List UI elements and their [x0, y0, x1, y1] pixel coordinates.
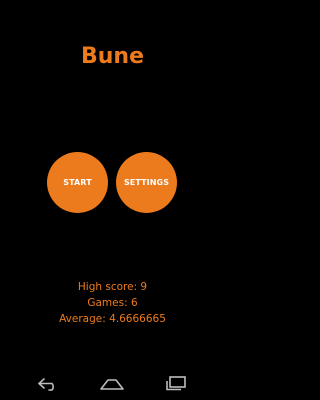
start-button-label: START: [63, 178, 92, 187]
settings-button-label: SETTINGS: [123, 178, 170, 187]
average-score-text: Average: 4.6666665: [59, 313, 166, 325]
back-icon: [37, 376, 61, 395]
nav-recents-button[interactable]: [159, 374, 193, 396]
home-icon: [99, 376, 125, 395]
recents-icon: [164, 375, 188, 395]
system-navigation-bar: [0, 370, 225, 400]
app-screen: Bune START SETTINGS High score: 9 Games:…: [0, 0, 225, 400]
nav-back-button[interactable]: [32, 374, 66, 396]
nav-home-button[interactable]: [95, 374, 129, 396]
settings-button[interactable]: SETTINGS: [116, 152, 177, 213]
app-title: Bune: [80, 44, 144, 69]
start-button[interactable]: START: [47, 152, 108, 213]
games-count-text: Games: 6: [87, 297, 138, 309]
high-score-text: High score: 9: [77, 281, 148, 293]
